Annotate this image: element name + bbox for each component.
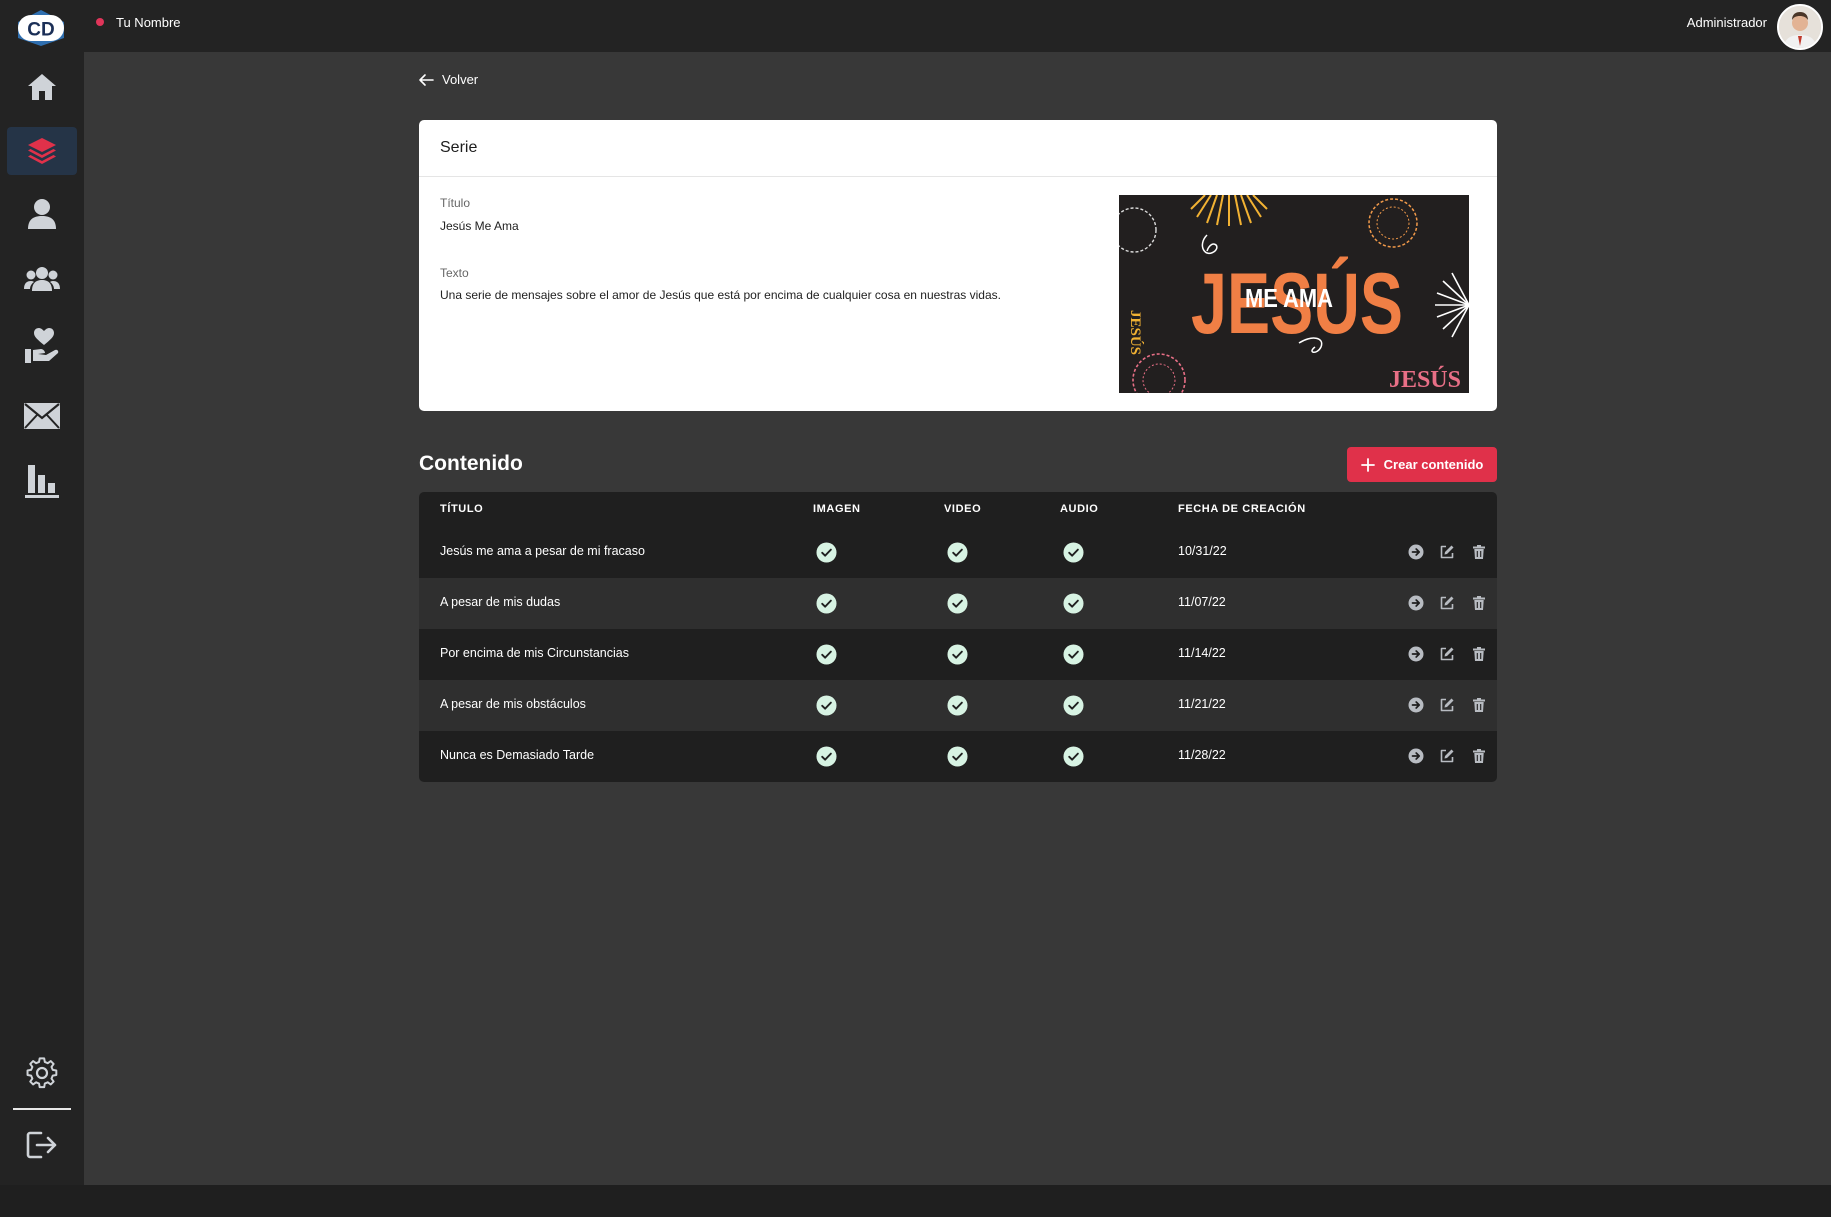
imagen-check-icon [816,644,837,665]
open-arrow-icon[interactable] [1408,646,1424,662]
video-check-icon [947,542,968,563]
avatar[interactable] [1777,4,1823,50]
svg-text:ME AMA: ME AMA [1245,283,1333,313]
row-title: Jesús me ama a pesar de mi fracaso [440,544,645,558]
col-fecha: FECHA DE CREACIÓN [1178,503,1306,515]
serie-card-header: Serie [419,120,1497,177]
serie-card: Serie Título Jesús Me Ama Texto Una seri… [419,120,1497,411]
plus-icon [1360,457,1375,472]
mail-icon [24,403,60,429]
nav-logout[interactable] [7,1121,77,1169]
user-icon [28,199,56,229]
open-arrow-icon[interactable] [1408,544,1424,560]
table-row[interactable]: Por encima de mis Circunstancias 11/14/22 [419,629,1497,680]
imagen-check-icon [816,542,837,563]
trash-icon[interactable] [1471,544,1487,560]
open-arrow-icon[interactable] [1408,697,1424,713]
users-icon [24,267,60,291]
col-audio: AUDIO [1060,503,1099,515]
audio-check-icon [1063,542,1084,563]
audio-check-icon [1063,695,1084,716]
content-table: TÍTULO IMAGEN VIDEO AUDIO FECHA DE CREAC… [419,492,1497,782]
bottom-strip [0,1185,1831,1217]
imagen-check-icon [816,746,837,767]
row-date: 11/21/22 [1178,697,1226,711]
back-link[interactable]: Volver [418,72,478,87]
row-date: 11/28/22 [1178,748,1226,762]
nav-user[interactable] [7,190,77,238]
nav-settings[interactable] [7,1049,77,1097]
audio-check-icon [1063,644,1084,665]
row-date: 11/14/22 [1178,646,1226,660]
edit-icon[interactable] [1439,595,1455,611]
edit-icon[interactable] [1439,646,1455,662]
table-row[interactable]: Nunca es Demasiado Tarde 11/28/22 [419,731,1497,782]
svg-text:JESÚS: JESÚS [1127,310,1144,355]
user-name: Tu Nombre [116,15,181,30]
imagen-check-icon [816,695,837,716]
title-label: Título [440,196,471,210]
edit-icon[interactable] [1439,544,1455,560]
online-status-dot [96,18,104,26]
trash-icon[interactable] [1471,748,1487,764]
audio-check-icon [1063,593,1084,614]
nav-groups[interactable] [7,255,77,303]
nav-donations[interactable] [7,322,77,370]
top-bar: Tu Nombre Administrador [84,0,1831,52]
video-check-icon [947,746,968,767]
row-date: 11/07/22 [1178,595,1226,609]
avatar-photo-icon [1779,6,1821,48]
row-date: 10/31/22 [1178,544,1227,558]
open-arrow-icon[interactable] [1408,595,1424,611]
col-video: VIDEO [944,503,982,515]
text-label: Texto [440,266,469,280]
table-row[interactable]: A pesar de mis obstáculos 11/21/22 [419,680,1497,731]
trash-icon[interactable] [1471,595,1487,611]
sidebar-divider [13,1108,71,1110]
contenido-title: Contenido [419,452,523,475]
nav-messages[interactable] [7,392,77,440]
audio-check-icon [1063,746,1084,767]
user-role: Administrador [1686,15,1767,30]
nav-stats[interactable] [7,457,77,505]
home-icon [28,74,56,100]
text-value: Una serie de mensajes sobre el amor de J… [440,288,1001,302]
row-title: Por encima de mis Circunstancias [440,646,629,660]
video-check-icon [947,644,968,665]
trash-icon[interactable] [1471,646,1487,662]
svg-text:CD: CD [27,20,54,41]
edit-icon[interactable] [1439,748,1455,764]
nav-home[interactable] [7,63,77,111]
logout-icon [26,1131,57,1159]
layers-icon [28,138,56,164]
hand-heart-icon [25,328,59,363]
row-title: A pesar de mis dudas [440,595,561,609]
col-titulo: TÍTULO [440,503,484,515]
app-logo[interactable]: CD [14,8,68,48]
col-imagen: IMAGEN [813,503,861,515]
table-row[interactable]: A pesar de mis dudas 11/07/22 [419,578,1497,629]
edit-icon[interactable] [1439,697,1455,713]
back-label: Volver [442,72,479,87]
open-arrow-icon[interactable] [1408,748,1424,764]
nav-series[interactable] [7,127,77,175]
create-content-label: Crear contenido [1383,457,1484,472]
create-content-button[interactable]: Crear contenido [1347,447,1497,482]
video-check-icon [947,593,968,614]
row-title: A pesar de mis obstáculos [440,697,586,711]
bar-chart-icon [25,465,59,498]
video-check-icon [947,695,968,716]
table-row[interactable]: Jesús me ama a pesar de mi fracaso 10/31/… [419,527,1497,578]
table-header: TÍTULO IMAGEN VIDEO AUDIO FECHA DE CREAC… [419,492,1497,527]
serie-cover-image: JESÚS JESÚS ME AMA JESÚS [1119,195,1469,393]
arrow-left-icon [419,73,434,86]
cover-artwork: JESÚS JESÚS ME AMA JESÚS [1119,195,1469,393]
imagen-check-icon [816,593,837,614]
sidebar: CD [0,0,84,1185]
gear-icon [26,1057,58,1089]
row-title: Nunca es Demasiado Tarde [440,748,595,762]
title-value: Jesús Me Ama [440,219,519,233]
trash-icon[interactable] [1471,697,1487,713]
svg-text:JESÚS: JESÚS [1389,367,1461,393]
